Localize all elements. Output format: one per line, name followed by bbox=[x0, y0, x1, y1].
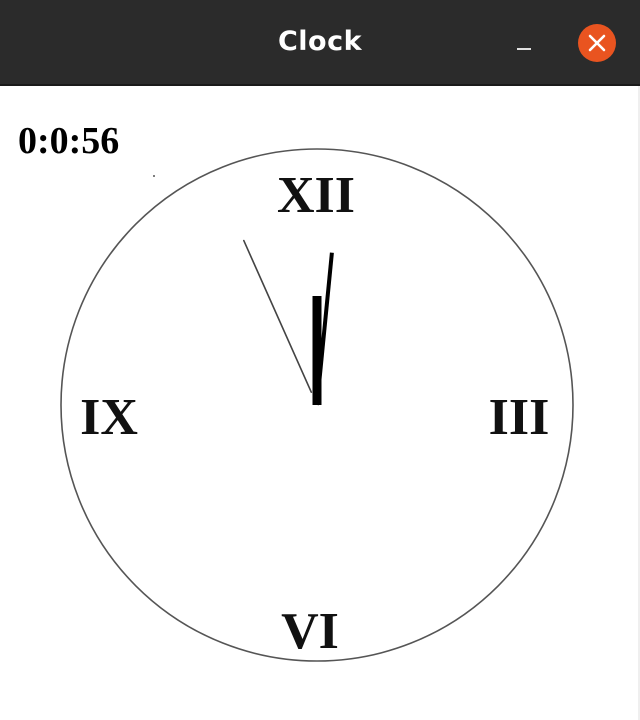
title-bar[interactable]: Clock bbox=[0, 0, 640, 86]
numeral-nine: IX bbox=[80, 389, 138, 446]
analog-clock: XII III VI IX bbox=[60, 148, 574, 662]
numeral-six: VI bbox=[281, 603, 339, 660]
numeral-three: III bbox=[489, 389, 550, 446]
close-icon bbox=[588, 34, 606, 52]
minimize-icon bbox=[517, 48, 531, 50]
close-button[interactable] bbox=[578, 24, 616, 62]
window-title: Clock bbox=[277, 26, 363, 57]
second-hand bbox=[243, 239, 313, 394]
stray-dot bbox=[153, 175, 155, 177]
clock-window: Clock 0:0:56 XII III VI IX bbox=[0, 0, 640, 720]
minimize-button[interactable] bbox=[508, 28, 540, 60]
numeral-twelve: XII bbox=[277, 167, 355, 224]
clock-canvas: 0:0:56 XII III VI IX bbox=[0, 86, 640, 720]
